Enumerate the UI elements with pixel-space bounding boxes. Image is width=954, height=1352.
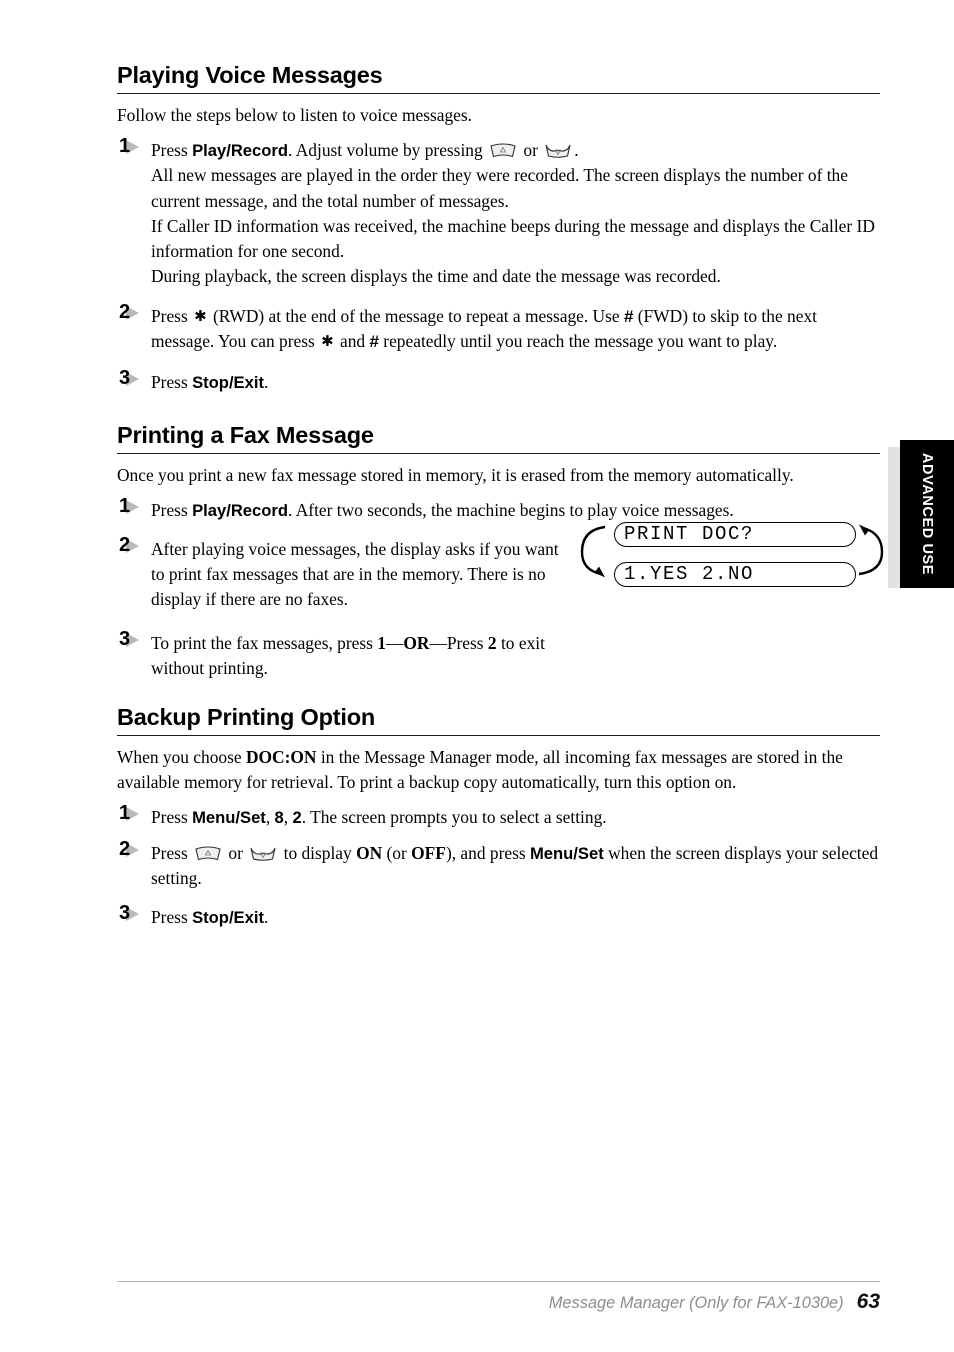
volume-up-key-icon (543, 142, 573, 159)
setting-value-off: OFF (411, 843, 446, 863)
heading-rule (117, 734, 880, 736)
step-line: Press ✱ (RWD) at the end of the message … (151, 305, 817, 352)
cycle-arrow-up-icon (858, 524, 884, 576)
step-list: 1 Press Menu/Set, 8, 2. The screen promp… (117, 802, 880, 930)
side-tab-label: ADVANCED USE (919, 452, 935, 576)
step-number: 1 (119, 801, 131, 824)
heading-rule (117, 93, 880, 95)
page-footer: Message Manager (Only for FAX-1030e) 63 (117, 1281, 880, 1314)
or-emphasis: OR (403, 633, 430, 654)
step-marker: 3 (117, 902, 151, 926)
step-line: Press Play/Record. Adjust volume by pres… (151, 140, 579, 161)
hash-key-icon: # (623, 306, 634, 326)
step-item: 3 Press Stop/Exit. (117, 902, 880, 930)
step-marker: 2 (117, 534, 151, 558)
step-list: 1 Press Play/Record. Adjust volume by pr… (117, 135, 880, 395)
button-label-play-record: Play/Record (192, 141, 288, 161)
step-text: Press Play/Record. Adjust volume by pres… (151, 138, 880, 288)
lcd-line-2-text: 1.YES 2.NO (624, 563, 755, 585)
step-marker: 2 (117, 301, 151, 325)
step-marker: 1 (117, 802, 151, 826)
step-line: All new messages are played in the order… (151, 165, 848, 211)
lcd-line-1-text: PRINT DOC? (624, 523, 755, 545)
step-text: Press Stop/Exit. (151, 905, 880, 930)
step-marker: 2 (117, 838, 151, 862)
step-item: 2 Press or to display ON (or OFF), and p… (117, 838, 880, 891)
step-number: 3 (119, 902, 131, 925)
setting-value-on: ON (356, 843, 383, 863)
lcd-line-2-box: 1.YES 2.NO (614, 562, 856, 587)
step-item: 1 Press Play/Record. Adjust volume by pr… (117, 135, 880, 288)
step-line: Press Stop/Exit. (151, 371, 269, 392)
step-marker: 1 (117, 495, 151, 519)
step-marker: 1 (117, 135, 151, 159)
step-item: 2 Press ✱ (RWD) at the end of the messag… (117, 301, 880, 355)
button-label-stop-exit: Stop/Exit (192, 372, 264, 392)
button-label-menu-set: Menu/Set (529, 844, 604, 863)
volume-down-key-icon (488, 142, 518, 159)
step-text: Press or to display ON (or OFF), and pre… (151, 841, 880, 891)
keypad-digit-2: 2 (487, 633, 497, 654)
keypad-digit-8: 8 (274, 807, 284, 827)
step-text: Press Stop/Exit. (151, 370, 880, 395)
section-heading: Backup Printing Option (117, 703, 376, 730)
page-number: 63 (856, 1290, 880, 1313)
step-line: Press Menu/Set, 8, 2. The screen prompts… (151, 806, 607, 827)
step-item: 1 Press Menu/Set, 8, 2. The screen promp… (117, 802, 880, 830)
step-number: 3 (119, 628, 131, 651)
step-line: Press Stop/Exit. (151, 907, 269, 928)
step-text: To print the fax messages, press 1—OR—Pr… (151, 631, 576, 681)
step-marker: 3 (117, 628, 151, 652)
footer-note: Message Manager (Only for FAX-1030e) (548, 1294, 844, 1312)
step-line: To print the fax messages, press 1—OR—Pr… (151, 633, 545, 679)
setting-value-doc-on: DOC:ON (245, 746, 317, 767)
section-backup-printing-option: Backup Printing Option When you choose D… (117, 704, 880, 931)
step-number: 1 (119, 495, 131, 518)
step-number: 2 (119, 300, 131, 323)
footer-row: Message Manager (Only for FAX-1030e) 63 (117, 1282, 880, 1314)
section-intro: When you choose DOC:ON in the Message Ma… (117, 746, 843, 792)
step-item: 3 Press Stop/Exit. (117, 367, 880, 395)
keypad-digit-2: 2 (292, 807, 302, 827)
side-tab-shadow (888, 447, 900, 588)
step-item: 3 To print the fax messages, press 1—OR—… (117, 628, 880, 681)
hash-key-icon: # (369, 332, 379, 352)
step-line: Press or to display ON (or OFF), and pre… (151, 843, 879, 889)
step-line: During playback, the screen displays the… (151, 265, 721, 286)
star-key-icon: ✱ (194, 306, 207, 325)
step-marker: 3 (117, 367, 151, 391)
heading-rule (117, 453, 880, 455)
side-tab-advanced-use: ADVANCED USE (900, 440, 954, 588)
lcd-display-figure: PRINT DOC? 1.YES 2.NO (566, 514, 886, 594)
keypad-digit-1: 1 (377, 633, 386, 654)
step-number: 2 (119, 534, 131, 557)
step-text: Press ✱ (RWD) at the end of the message … (151, 304, 880, 355)
manual-page: Playing Voice Messages Follow the steps … (0, 0, 954, 1352)
scroll-down-key-icon (193, 845, 223, 862)
step-number: 3 (119, 366, 131, 389)
step-number: 2 (119, 838, 131, 860)
button-label-menu-set: Menu/Set (192, 807, 266, 827)
step-text: After playing voice messages, the displa… (151, 539, 559, 610)
section-heading: Playing Voice Messages (117, 62, 383, 88)
lcd-line-1-box: PRINT DOC? (614, 522, 856, 547)
section-intro: Once you print a new fax message stored … (117, 465, 794, 486)
section-intro: Follow the steps below to listen to voic… (117, 105, 473, 126)
scroll-up-key-icon (248, 845, 278, 862)
star-key-icon: ✱ (321, 332, 334, 351)
button-label-play-record: Play/Record (192, 501, 288, 521)
cycle-arrow-down-icon (580, 525, 606, 578)
step-number: 1 (119, 135, 131, 158)
page-content: Playing Voice Messages Follow the steps … (117, 62, 880, 939)
step-line: If Caller ID information was received, t… (151, 215, 875, 261)
step-text: Press Menu/Set, 8, 2. The screen prompts… (151, 805, 880, 830)
button-label-stop-exit: Stop/Exit (192, 908, 264, 928)
section-playing-voice-messages: Playing Voice Messages Follow the steps … (117, 62, 880, 395)
section-heading: Printing a Fax Message (117, 421, 374, 448)
